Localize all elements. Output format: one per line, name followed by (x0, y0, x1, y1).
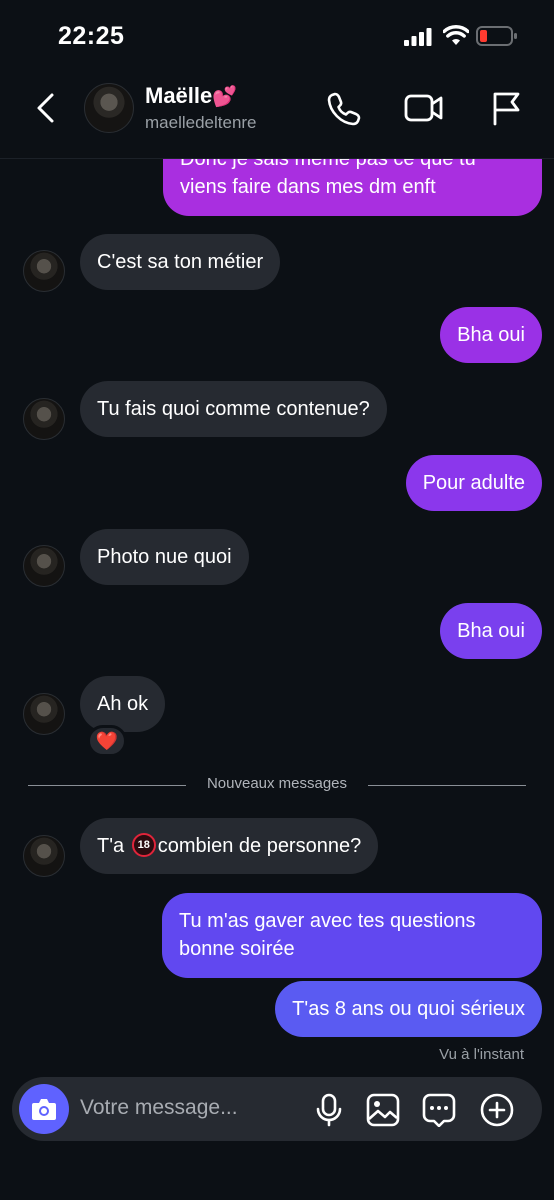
cellular-signal-icon (404, 28, 432, 46)
contact-avatar[interactable] (84, 83, 134, 133)
status-time: 22:25 (58, 22, 125, 50)
message-line: bonne soirée (179, 938, 295, 960)
sender-avatar[interactable] (23, 250, 65, 292)
message-text: combien de personne? (157, 835, 362, 857)
message-line: viens faire dans mes dm enft (180, 176, 436, 198)
incoming-message[interactable]: Tu fais quoi comme contenue? (80, 381, 387, 437)
sender-avatar[interactable] (23, 398, 65, 440)
outgoing-message[interactable]: Donc je sais même pas ce que tu viens fa… (163, 159, 542, 216)
wifi-icon (443, 25, 469, 45)
heart-emoji: 💕 (212, 86, 238, 108)
camera-icon (32, 1099, 56, 1120)
message-text: T'a (97, 835, 125, 857)
message-composer: Votre message... (12, 1077, 542, 1141)
chat-header: Maëlle💕 maelledeltenre (0, 70, 554, 159)
outgoing-message[interactable]: Tu m'as gaver avec tes questions bonne s… (162, 893, 542, 978)
heart-reaction[interactable]: ❤️ (87, 725, 127, 757)
outgoing-message[interactable]: Bha oui (440, 603, 542, 659)
outgoing-message[interactable]: Bha oui (440, 307, 542, 363)
no-under-18-emoji: 18 (131, 832, 156, 857)
incoming-message[interactable]: Ah ok (80, 676, 166, 732)
sender-avatar[interactable] (23, 835, 65, 877)
new-messages-divider: Nouveaux messages (28, 775, 526, 795)
flag-icon[interactable] (488, 90, 524, 126)
outgoing-message[interactable]: Pour adulte (405, 455, 542, 511)
contact-name-text: Maëlle (145, 83, 213, 108)
contact-username[interactable]: maelledeltenre (145, 113, 257, 133)
message-line: Donc je sais même pas ce que tu (180, 159, 476, 170)
incoming-message[interactable]: Photo nue quoi (80, 529, 249, 585)
incoming-message[interactable]: C'est sa ton métier (80, 234, 281, 290)
status-bar: 22:25 (0, 0, 554, 70)
contact-name[interactable]: Maëlle💕 (145, 83, 237, 109)
sender-avatar[interactable] (23, 693, 65, 735)
divider-label: Nouveaux messages (206, 775, 348, 792)
incoming-message[interactable]: T'a 18 combien de personne? (80, 818, 379, 874)
battery-low-icon (476, 26, 517, 46)
image-icon[interactable] (366, 1093, 400, 1127)
video-camera-icon[interactable] (404, 90, 444, 126)
sender-avatar[interactable] (23, 545, 65, 587)
add-icon[interactable] (480, 1093, 514, 1127)
back-chevron-icon[interactable] (32, 92, 58, 124)
camera-button[interactable] (19, 1084, 69, 1134)
sticker-chat-icon[interactable] (422, 1093, 456, 1127)
phone-icon[interactable] (326, 90, 362, 126)
outgoing-message[interactable]: T'as 8 ans ou quoi sérieux (275, 981, 542, 1037)
microphone-icon[interactable] (312, 1093, 346, 1127)
message-thread[interactable]: Donc je sais même pas ce que tu viens fa… (0, 159, 554, 1074)
message-input[interactable]: Votre message... (80, 1096, 238, 1120)
seen-status: Vu à l'instant (439, 1046, 524, 1063)
message-line: Tu m'as gaver avec tes questions (179, 910, 476, 932)
